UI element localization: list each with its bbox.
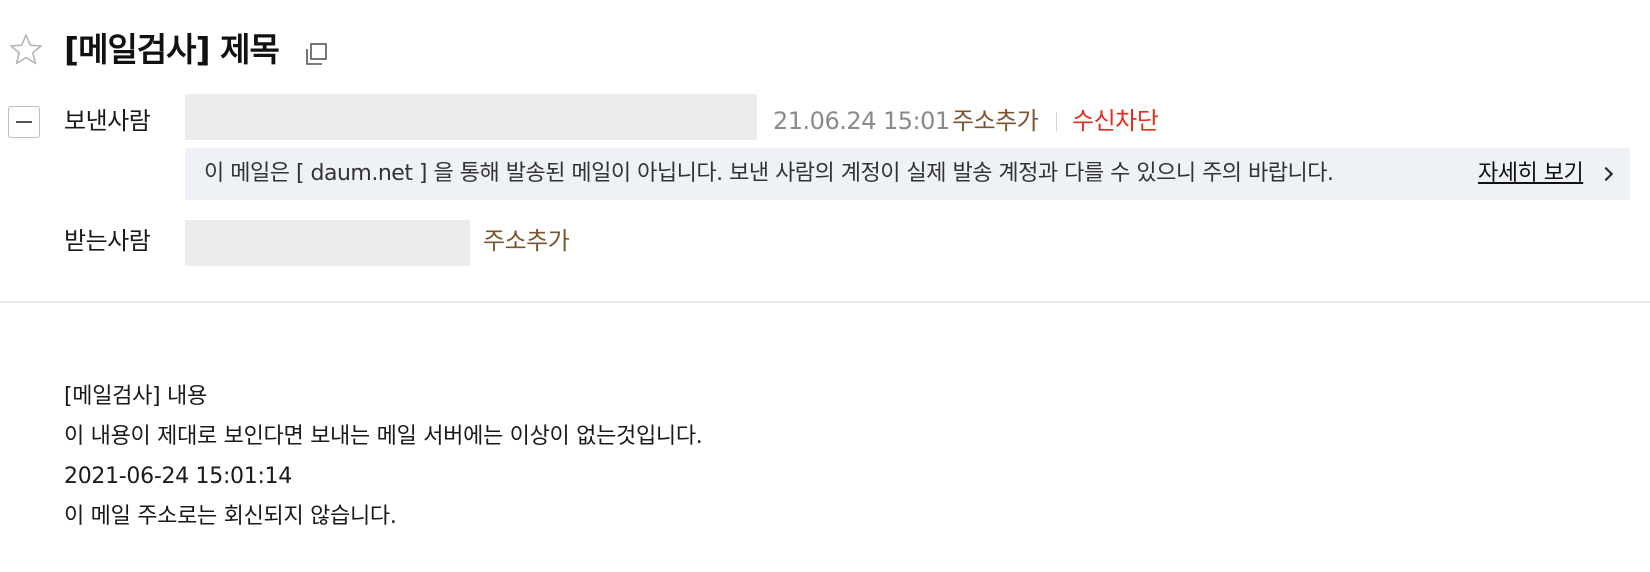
mail-body-line: [메일검사] 내용 bbox=[64, 384, 207, 409]
copy-icon[interactable] bbox=[302, 40, 330, 68]
recipient-address-redacted bbox=[185, 220, 470, 266]
mail-date: 21.06.24 15:01 bbox=[773, 107, 950, 135]
block-sender-link[interactable]: 수신차단 bbox=[1072, 106, 1159, 136]
mail-subject: [메일검사] 제목 bbox=[64, 30, 280, 69]
header-divider bbox=[0, 301, 1650, 303]
mail-body-line: 이 메일 주소로는 회신되지 않습니다. bbox=[64, 504, 397, 529]
chevron-right-icon bbox=[1598, 166, 1614, 182]
warning-detail-link[interactable]: 자세히 보기 bbox=[1478, 159, 1584, 189]
collapse-header-button[interactable] bbox=[8, 106, 40, 138]
recipient-add-address-link[interactable]: 주소추가 bbox=[483, 226, 570, 256]
link-separator bbox=[1056, 112, 1057, 132]
sender-add-address-link[interactable]: 주소추가 bbox=[952, 106, 1039, 136]
mail-body-line: 2021-06-24 15:01:14 bbox=[64, 464, 292, 489]
recipient-label: 받는사람 bbox=[64, 227, 151, 255]
mail-body-line: 이 내용이 제대로 보인다면 보내는 메일 서버에는 이상이 없는것입니다. bbox=[64, 424, 703, 449]
star-icon[interactable] bbox=[8, 32, 44, 68]
sender-address-redacted bbox=[185, 94, 757, 140]
mail-header: [메일검사] 제목 bbox=[0, 28, 1650, 74]
spoof-warning-banner: 이 메일은 [ daum.net ] 을 통해 발송된 메일이 아닙니다. 보낸… bbox=[185, 148, 1630, 200]
sender-label: 보낸사람 bbox=[64, 107, 151, 135]
warning-text: 이 메일은 [ daum.net ] 을 통해 발송된 메일이 아닙니다. 보낸… bbox=[204, 161, 1334, 186]
